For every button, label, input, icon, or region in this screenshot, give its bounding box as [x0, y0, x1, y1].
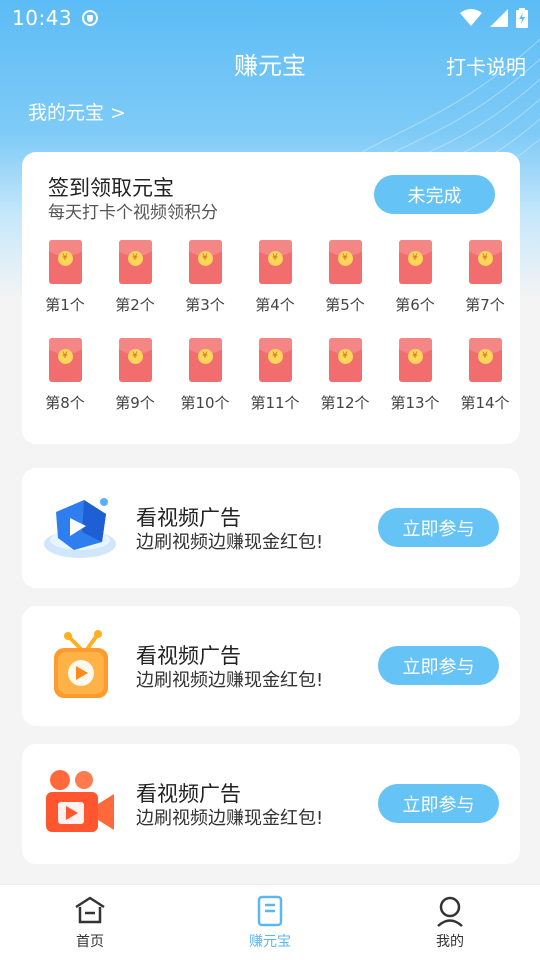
shield-icon: [82, 10, 99, 26]
home-icon: [45, 895, 135, 927]
red-envelope-icon: ¥: [328, 338, 362, 382]
coin-icon: ¥: [477, 251, 493, 266]
signin-day-item[interactable]: ¥ 第2个: [100, 240, 170, 315]
signin-day-label: 第7个: [465, 296, 505, 314]
status-time: 10:43: [12, 6, 73, 30]
coin-icon: ¥: [127, 251, 143, 266]
coin-icon: ¥: [477, 349, 493, 364]
coin-icon: ¥: [127, 349, 143, 364]
nav-item-home[interactable]: 首页: [45, 895, 135, 951]
signin-subtitle: 每天打卡个视频领积分: [48, 203, 218, 223]
signin-day-label: 第3个: [185, 296, 225, 314]
red-envelope-icon: ¥: [258, 338, 292, 382]
signin-day-item[interactable]: ¥ 第12个: [310, 338, 380, 413]
signin-day-item[interactable]: ¥ 第13个: [380, 338, 450, 413]
signin-day-label: 第10个: [180, 394, 230, 412]
coin-icon: ¥: [57, 349, 73, 364]
signin-day-label: 第12个: [320, 394, 370, 412]
my-yuanbao-link[interactable]: 我的元宝 >: [28, 98, 126, 125]
signin-status-button[interactable]: 未完成: [374, 175, 495, 214]
signin-day-label: 第4个: [255, 296, 295, 314]
coin-icon: ¥: [407, 251, 423, 266]
red-envelope-icon: ¥: [118, 338, 152, 382]
red-envelope-icon: ¥: [118, 240, 152, 284]
nav-label: 首页: [76, 934, 104, 950]
coin-icon: ¥: [57, 251, 73, 266]
signin-day-label: 第6个: [395, 296, 435, 314]
task-desc: 边刷视频边赚现金红包!: [136, 670, 324, 691]
signin-day-item[interactable]: ¥ 第7个: [450, 240, 520, 315]
rules-link[interactable]: 打卡说明: [446, 51, 526, 80]
red-envelope-icon: ¥: [468, 338, 502, 382]
red-envelope-icon: ¥: [48, 240, 82, 284]
signin-day-label: 第2个: [115, 296, 155, 314]
red-envelope-icon: ¥: [188, 240, 222, 284]
coin-icon: ¥: [337, 349, 353, 364]
red-envelope-icon: ¥: [468, 240, 502, 284]
title-bar: 赚元宝 打卡说明: [0, 42, 540, 82]
red-envelope-icon: ¥: [398, 240, 432, 284]
bottom-nav: 首页 赚元宝 我的: [0, 884, 540, 960]
signin-day-item[interactable]: ¥ 第6个: [380, 240, 450, 315]
signin-day-item[interactable]: ¥ 第1个: [30, 240, 100, 315]
signin-day-label: 第14个: [460, 394, 510, 412]
signin-day-item[interactable]: ¥ 第9个: [100, 338, 170, 413]
task-desc: 边刷视频边赚现金红包!: [136, 808, 324, 829]
coin-icon: ¥: [197, 251, 213, 266]
red-envelope-icon: ¥: [398, 338, 432, 382]
nav-label: 我的: [436, 934, 464, 950]
red-envelope-icon: ¥: [328, 240, 362, 284]
coin-icon: ¥: [267, 251, 283, 266]
signin-day-label: 第9个: [115, 394, 155, 412]
signin-day-label: 第5个: [325, 296, 365, 314]
signin-day-item[interactable]: ¥ 第8个: [30, 338, 100, 413]
coin-icon: ¥: [267, 349, 283, 364]
user-icon: [405, 895, 495, 927]
nav-item-earn[interactable]: 赚元宝: [225, 895, 315, 951]
nav-label: 赚元宝: [249, 934, 291, 950]
signin-day-label: 第8个: [45, 394, 85, 412]
task-desc: 边刷视频边赚现金红包!: [136, 532, 324, 553]
task-card: 看视频广告 边刷视频边赚现金红包! 立即参与: [22, 606, 520, 726]
coin-icon: ¥: [197, 349, 213, 364]
signin-day-item[interactable]: ¥ 第4个: [240, 240, 310, 315]
status-bar: 10:43: [0, 0, 540, 36]
red-envelope-icon: ¥: [188, 338, 222, 382]
nav-item-me[interactable]: 我的: [405, 895, 495, 951]
signin-day-item[interactable]: ¥ 第3个: [170, 240, 240, 315]
join-button[interactable]: 立即参与: [378, 784, 499, 823]
signin-card: 签到领取元宝 每天打卡个视频领积分 未完成 ¥ 第1个 ¥ 第2个 ¥ 第3个 ¥ 第4个 ¥ 第…: [22, 152, 520, 444]
coin-icon: ¥: [337, 251, 353, 266]
battery-icon: [516, 8, 528, 28]
signin-day-item[interactable]: ¥ 第10个: [170, 338, 240, 413]
signin-day-label: 第1个: [45, 296, 85, 314]
tv-play-icon: [42, 624, 122, 704]
red-envelope-icon: ¥: [258, 240, 292, 284]
signin-day-item[interactable]: ¥ 第5个: [310, 240, 380, 315]
join-button[interactable]: 立即参与: [378, 508, 499, 547]
task-card: 看视频广告 边刷视频边赚现金红包! 立即参与: [22, 468, 520, 588]
red-envelope-icon: ¥: [48, 338, 82, 382]
signin-day-item[interactable]: ¥ 第14个: [450, 338, 520, 413]
play-cube-icon: [42, 486, 122, 566]
coin-icon: ¥: [407, 349, 423, 364]
signin-day-label: 第11个: [250, 394, 300, 412]
document-icon: [225, 895, 315, 927]
video-camera-icon: [42, 762, 122, 842]
signin-day-label: 第13个: [390, 394, 440, 412]
wifi-icon: [460, 9, 482, 26]
signin-day-item[interactable]: ¥ 第11个: [240, 338, 310, 413]
join-button[interactable]: 立即参与: [378, 646, 499, 685]
task-card: 看视频广告 边刷视频边赚现金红包! 立即参与: [22, 744, 520, 864]
signal-icon: [490, 9, 508, 27]
